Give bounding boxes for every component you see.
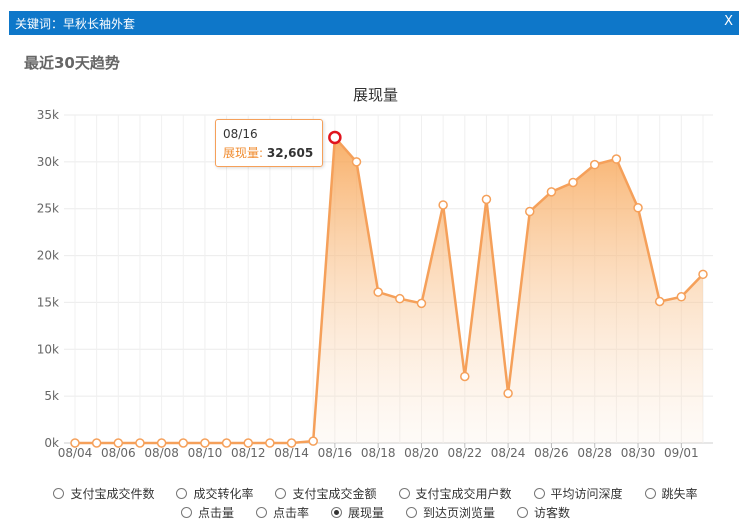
radio-button[interactable] [644, 488, 656, 499]
x-tick-label: 08/06 [101, 446, 136, 460]
data-point[interactable] [243, 438, 253, 448]
metric-option[interactable]: 访客数 [517, 504, 570, 521]
metric-option-label: 跳失率 [661, 487, 698, 501]
y-tick-label: 30k [37, 155, 59, 169]
metric-option[interactable]: 成交转化率 [176, 485, 253, 502]
x-tick-label: 08/08 [144, 446, 179, 460]
data-point[interactable] [373, 287, 383, 297]
data-point[interactable] [351, 157, 362, 167]
x-tick-label: 08/26 [534, 446, 569, 460]
metric-option-label: 成交转化率 [193, 487, 254, 501]
data-point[interactable] [91, 438, 102, 448]
tooltip-date: 08/16 [223, 127, 258, 141]
y-tick-label: 25k [37, 202, 59, 216]
radio-button[interactable] [330, 507, 342, 518]
x-tick-label: 08/14 [274, 446, 309, 460]
metric-option-label: 平均访问深度 [550, 487, 623, 501]
metric-option[interactable]: 跳失率 [644, 485, 698, 502]
data-point[interactable] [698, 269, 708, 280]
x-axis: 08/04 08/06 08/08 08/10 08/12 08/14 08/16 08/18… [58, 443, 699, 460]
data-point[interactable] [178, 438, 189, 448]
trend-chart: 0k5k10k15k20k25k30k35k 08/04 08/06 08/08 08… [37, 108, 713, 460]
metric-option[interactable]: 支付宝成交金额 [275, 485, 377, 502]
metric-option[interactable]: 平均访问深度 [533, 485, 623, 502]
x-tick-label: 08/30 [621, 446, 656, 460]
tooltip-value: 32,605 [266, 146, 314, 160]
metric-option-label: 访客数 [534, 506, 571, 520]
x-tick-label: 08/10 [188, 446, 223, 460]
metric-option-label: 支付宝成交金额 [292, 487, 377, 501]
metric-option-label: 支付宝成交用户数 [415, 487, 512, 501]
y-tick-label: 10k [37, 342, 59, 356]
radio-button[interactable] [255, 507, 267, 518]
metric-row-1: 支付宝成交件数 成交转化率 支付宝成交金额 支付宝成交用户数 平均访问深度 跳失率 [0, 485, 751, 502]
metric-option-label: 支付宝成交件数 [70, 487, 155, 501]
metric-row-2: 点击量 点击率 展现量 到达页浏览量 访客数 [0, 504, 751, 521]
metric-option-label: 到达页浏览量 [423, 506, 496, 520]
series-area [75, 137, 703, 443]
radio-button[interactable] [176, 488, 188, 499]
data-point[interactable] [438, 200, 448, 210]
y-tick-label: 35k [37, 108, 59, 122]
data-point[interactable] [70, 438, 80, 448]
data-point[interactable] [416, 298, 427, 309]
radio-button[interactable] [533, 488, 545, 499]
radio-button[interactable] [406, 507, 417, 518]
data-point[interactable] [546, 187, 557, 197]
radio-button[interactable] [53, 488, 65, 499]
metric-option-label: 点击量 [197, 506, 234, 520]
data-point[interactable] [481, 194, 492, 205]
metric-option[interactable]: 支付宝成交用户数 [398, 485, 512, 502]
data-point[interactable] [308, 436, 318, 446]
metric-option[interactable]: 到达页浏览量 [406, 504, 495, 521]
tooltip-label: 展现量: [223, 146, 264, 160]
x-tick-label: 08/24 [491, 446, 526, 460]
data-point[interactable] [460, 371, 470, 382]
data-point[interactable] [503, 388, 513, 399]
data-point[interactable] [589, 159, 600, 170]
data-point[interactable] [525, 206, 535, 217]
data-point[interactable] [113, 438, 124, 448]
data-point[interactable] [200, 438, 210, 448]
metric-option[interactable]: 展现量 [330, 504, 384, 521]
metric-option-label: 展现量 [347, 506, 384, 520]
chart-tooltip: 08/16 展现量: 32,605 [215, 119, 323, 167]
data-point[interactable] [221, 438, 232, 448]
data-point-highlighted[interactable] [328, 130, 342, 145]
radio-button[interactable] [275, 488, 287, 499]
x-tick-label: 08/04 [58, 446, 93, 460]
x-tick-label: 08/22 [447, 446, 482, 460]
radio-button[interactable] [180, 507, 192, 518]
x-tick-label: 08/18 [361, 446, 396, 460]
data-point[interactable] [265, 438, 275, 448]
y-tick-label: 5k [44, 389, 59, 403]
metric-option[interactable]: 点击率 [255, 504, 309, 521]
data-point[interactable] [286, 438, 297, 448]
data-point[interactable] [633, 203, 643, 213]
data-point[interactable] [395, 293, 405, 304]
data-point[interactable] [568, 177, 578, 188]
x-tick-label: 08/20 [404, 446, 439, 460]
y-axis: 0k5k10k15k20k25k30k35k [37, 108, 59, 450]
data-point[interactable] [611, 154, 622, 164]
radio-button[interactable] [398, 488, 410, 499]
x-tick-label: 08/28 [577, 446, 612, 460]
radio-button[interactable] [517, 507, 529, 518]
metric-option[interactable]: 点击量 [180, 504, 234, 521]
y-tick-label: 15k [37, 295, 59, 309]
metric-option[interactable]: 支付宝成交件数 [53, 485, 154, 502]
data-point[interactable] [676, 292, 687, 302]
x-tick-label: 08/12 [231, 446, 266, 460]
y-tick-label: 20k [37, 249, 59, 263]
data-point[interactable] [135, 438, 145, 448]
x-tick-label: 09/01 [664, 446, 699, 460]
data-point[interactable] [156, 438, 167, 448]
metric-option-label: 点击率 [272, 506, 309, 520]
data-point[interactable] [654, 296, 665, 307]
x-tick-label: 08/16 [318, 446, 353, 460]
